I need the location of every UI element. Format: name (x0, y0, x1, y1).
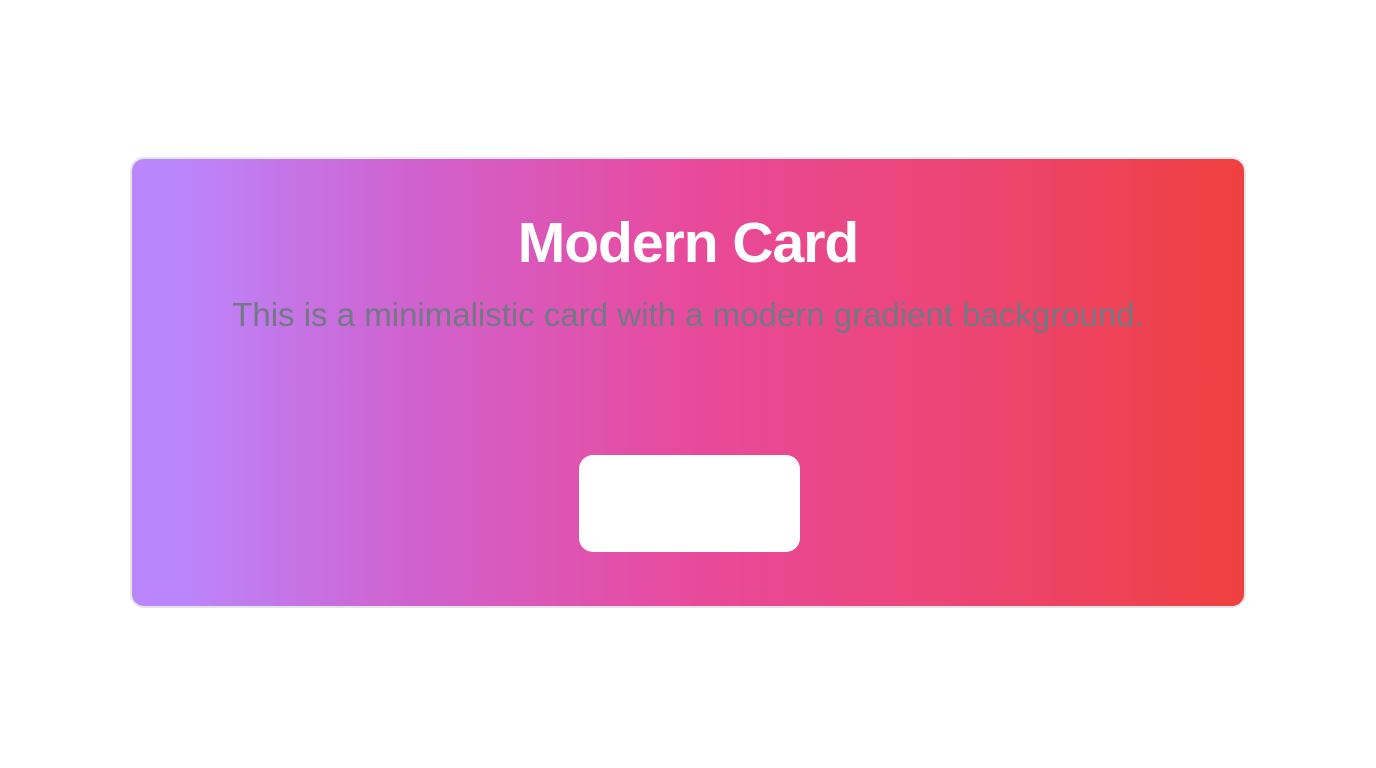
card-description: This is a minimalistic card with a moder… (232, 296, 1144, 333)
card-title: Modern Card (517, 211, 860, 275)
page: Modern Card This is a minimalistic card … (0, 0, 1376, 768)
card-action-button[interactable] (579, 455, 800, 552)
gradient-card: Modern Card This is a minimalistic card … (130, 157, 1246, 608)
